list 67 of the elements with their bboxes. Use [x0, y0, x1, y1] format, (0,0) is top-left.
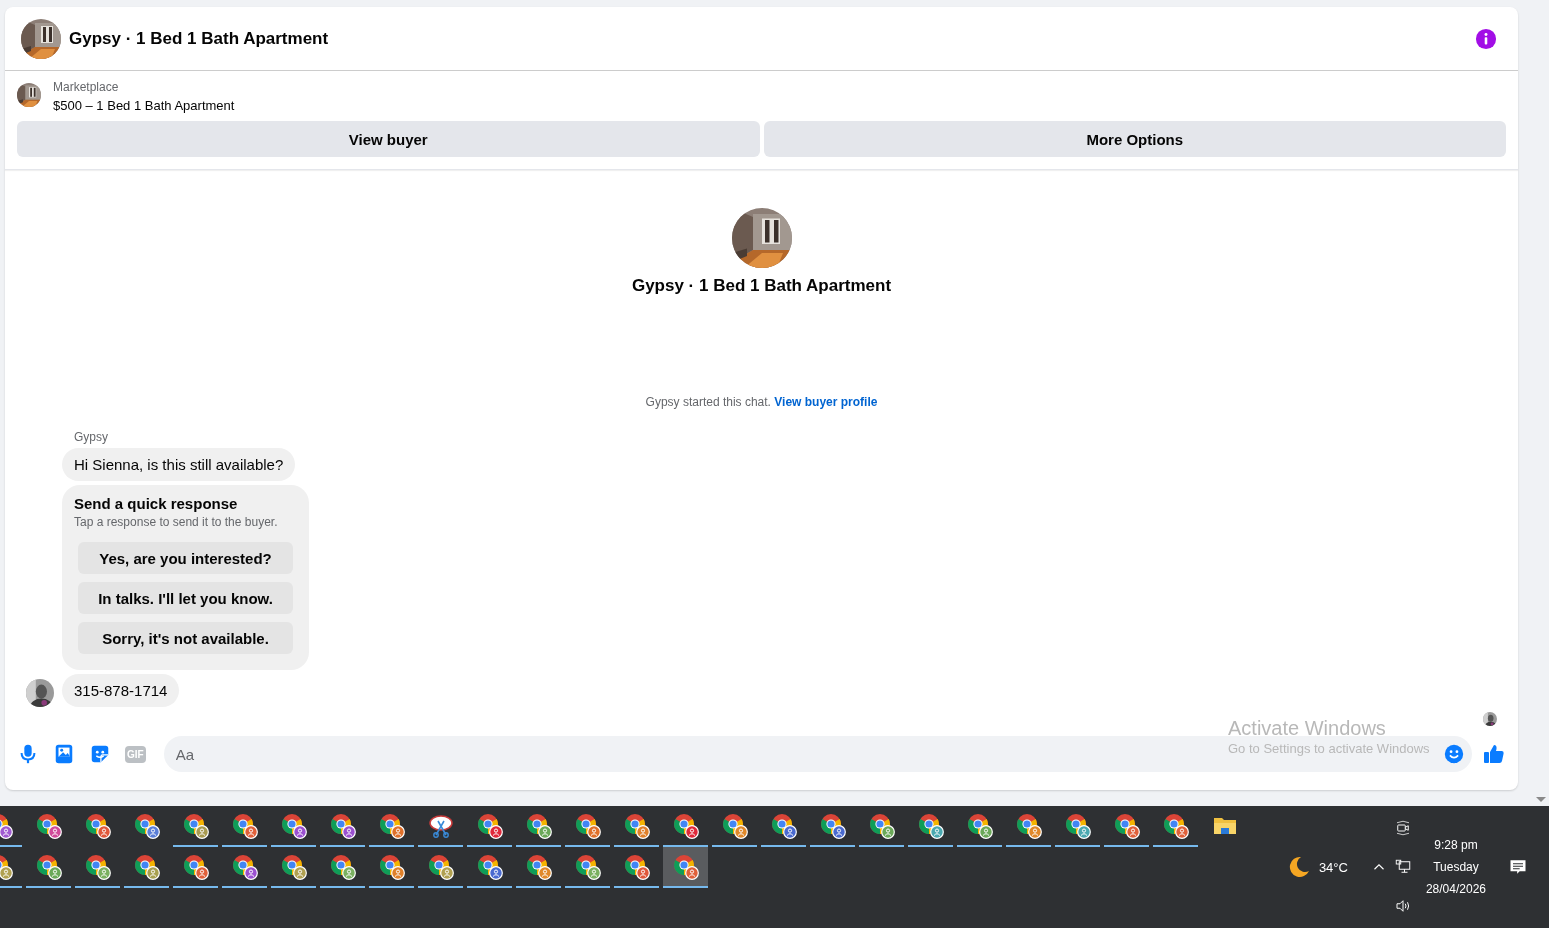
browser-icon: [574, 812, 601, 839]
action-button[interactable]: More Options: [763, 121, 1506, 157]
browser-icon: [329, 812, 356, 839]
sticker-icon[interactable]: [89, 743, 111, 765]
quick-response-title: Send a quick response: [74, 494, 239, 514]
emoji-icon[interactable]: [1443, 743, 1465, 765]
volume-icon[interactable]: [1393, 897, 1412, 915]
quick-response-button[interactable]: In talks. I'll let you know.: [78, 582, 293, 614]
scissors-icon: [427, 812, 454, 839]
view-buyer-profile-link[interactable]: View buyer profile: [774, 395, 878, 409]
browser-icon: [84, 812, 111, 839]
activation-hint: Go to Settings to activate Windows: [1228, 740, 1430, 758]
browser-icon: [231, 812, 258, 839]
network-icon[interactable]: [1393, 858, 1412, 876]
action-button[interactable]: View buyer: [17, 121, 760, 157]
browser-icon: [476, 812, 503, 839]
browser-icon: [672, 812, 699, 839]
browser-icon: [133, 812, 160, 839]
clock-time[interactable]: 9:28 pm: [1434, 834, 1478, 856]
info-icon[interactable]: [1475, 27, 1497, 50]
browser-icon: [329, 853, 356, 880]
browser-icon: [623, 853, 650, 880]
browser-icon: [182, 853, 209, 880]
browser-icon: [1015, 812, 1042, 839]
browser-icon: [133, 853, 160, 880]
browser-icon: [378, 812, 405, 839]
browser-icon: [525, 812, 552, 839]
browser-icon: [917, 812, 944, 839]
browser-icon: [427, 853, 454, 880]
browser-icon: [672, 853, 699, 880]
browser-icon: [966, 812, 993, 839]
sender-name: Gypsy: [73, 429, 108, 445]
browser-icon: [35, 853, 62, 880]
browser-icon: [868, 812, 895, 839]
browser-icon: [231, 853, 258, 880]
quick-response-button[interactable]: Sorry, it's not available.: [78, 622, 293, 654]
scroll-down-icon[interactable]: [1536, 797, 1546, 802]
browser-icon: [280, 812, 307, 839]
browser-icon: [1162, 812, 1189, 839]
browser-icon: [1113, 812, 1140, 839]
message-bubble: Hi Sienna, is this still available?: [62, 448, 296, 481]
clock-date[interactable]: 28/04/2026: [1425, 878, 1486, 900]
browser-icon: [182, 812, 209, 839]
browser-icon: [378, 853, 405, 880]
browser-icon: [819, 812, 846, 839]
chat-title: Gypsy · 1 Bed 1 Bath Apartment: [631, 275, 892, 297]
image-icon[interactable]: [53, 743, 75, 765]
browser-icon: [574, 853, 601, 880]
browser-icon: [280, 853, 307, 880]
browser-icon: [35, 812, 62, 839]
browser-icon: [476, 853, 503, 880]
browser-icon: [770, 812, 797, 839]
message-bubble: 315-878-1714: [62, 674, 180, 707]
temperature[interactable]: 34°C: [1318, 859, 1348, 875]
browser-icon: [623, 812, 650, 839]
clock-day[interactable]: Tuesday: [1433, 856, 1479, 878]
listing-title: $500 – 1 Bed 1 Bath Apartment: [53, 97, 235, 115]
conversation-title: Gypsy · 1 Bed 1 Bath Apartment: [69, 28, 329, 49]
browser-icon: [1064, 812, 1091, 839]
quick-response-button[interactable]: Yes, are you interested?: [78, 542, 293, 574]
chat-started-notice: Gypsy started this chat. View buyer profile: [644, 394, 879, 410]
thumbs-up-icon[interactable]: [1482, 742, 1506, 766]
browser-icon: [84, 853, 111, 880]
quick-response-hint: Tap a response to send it to the buyer.: [74, 514, 279, 530]
listing-label: Marketplace: [53, 79, 120, 96]
browser-icon: [721, 812, 748, 839]
browser-icon: [525, 853, 552, 880]
